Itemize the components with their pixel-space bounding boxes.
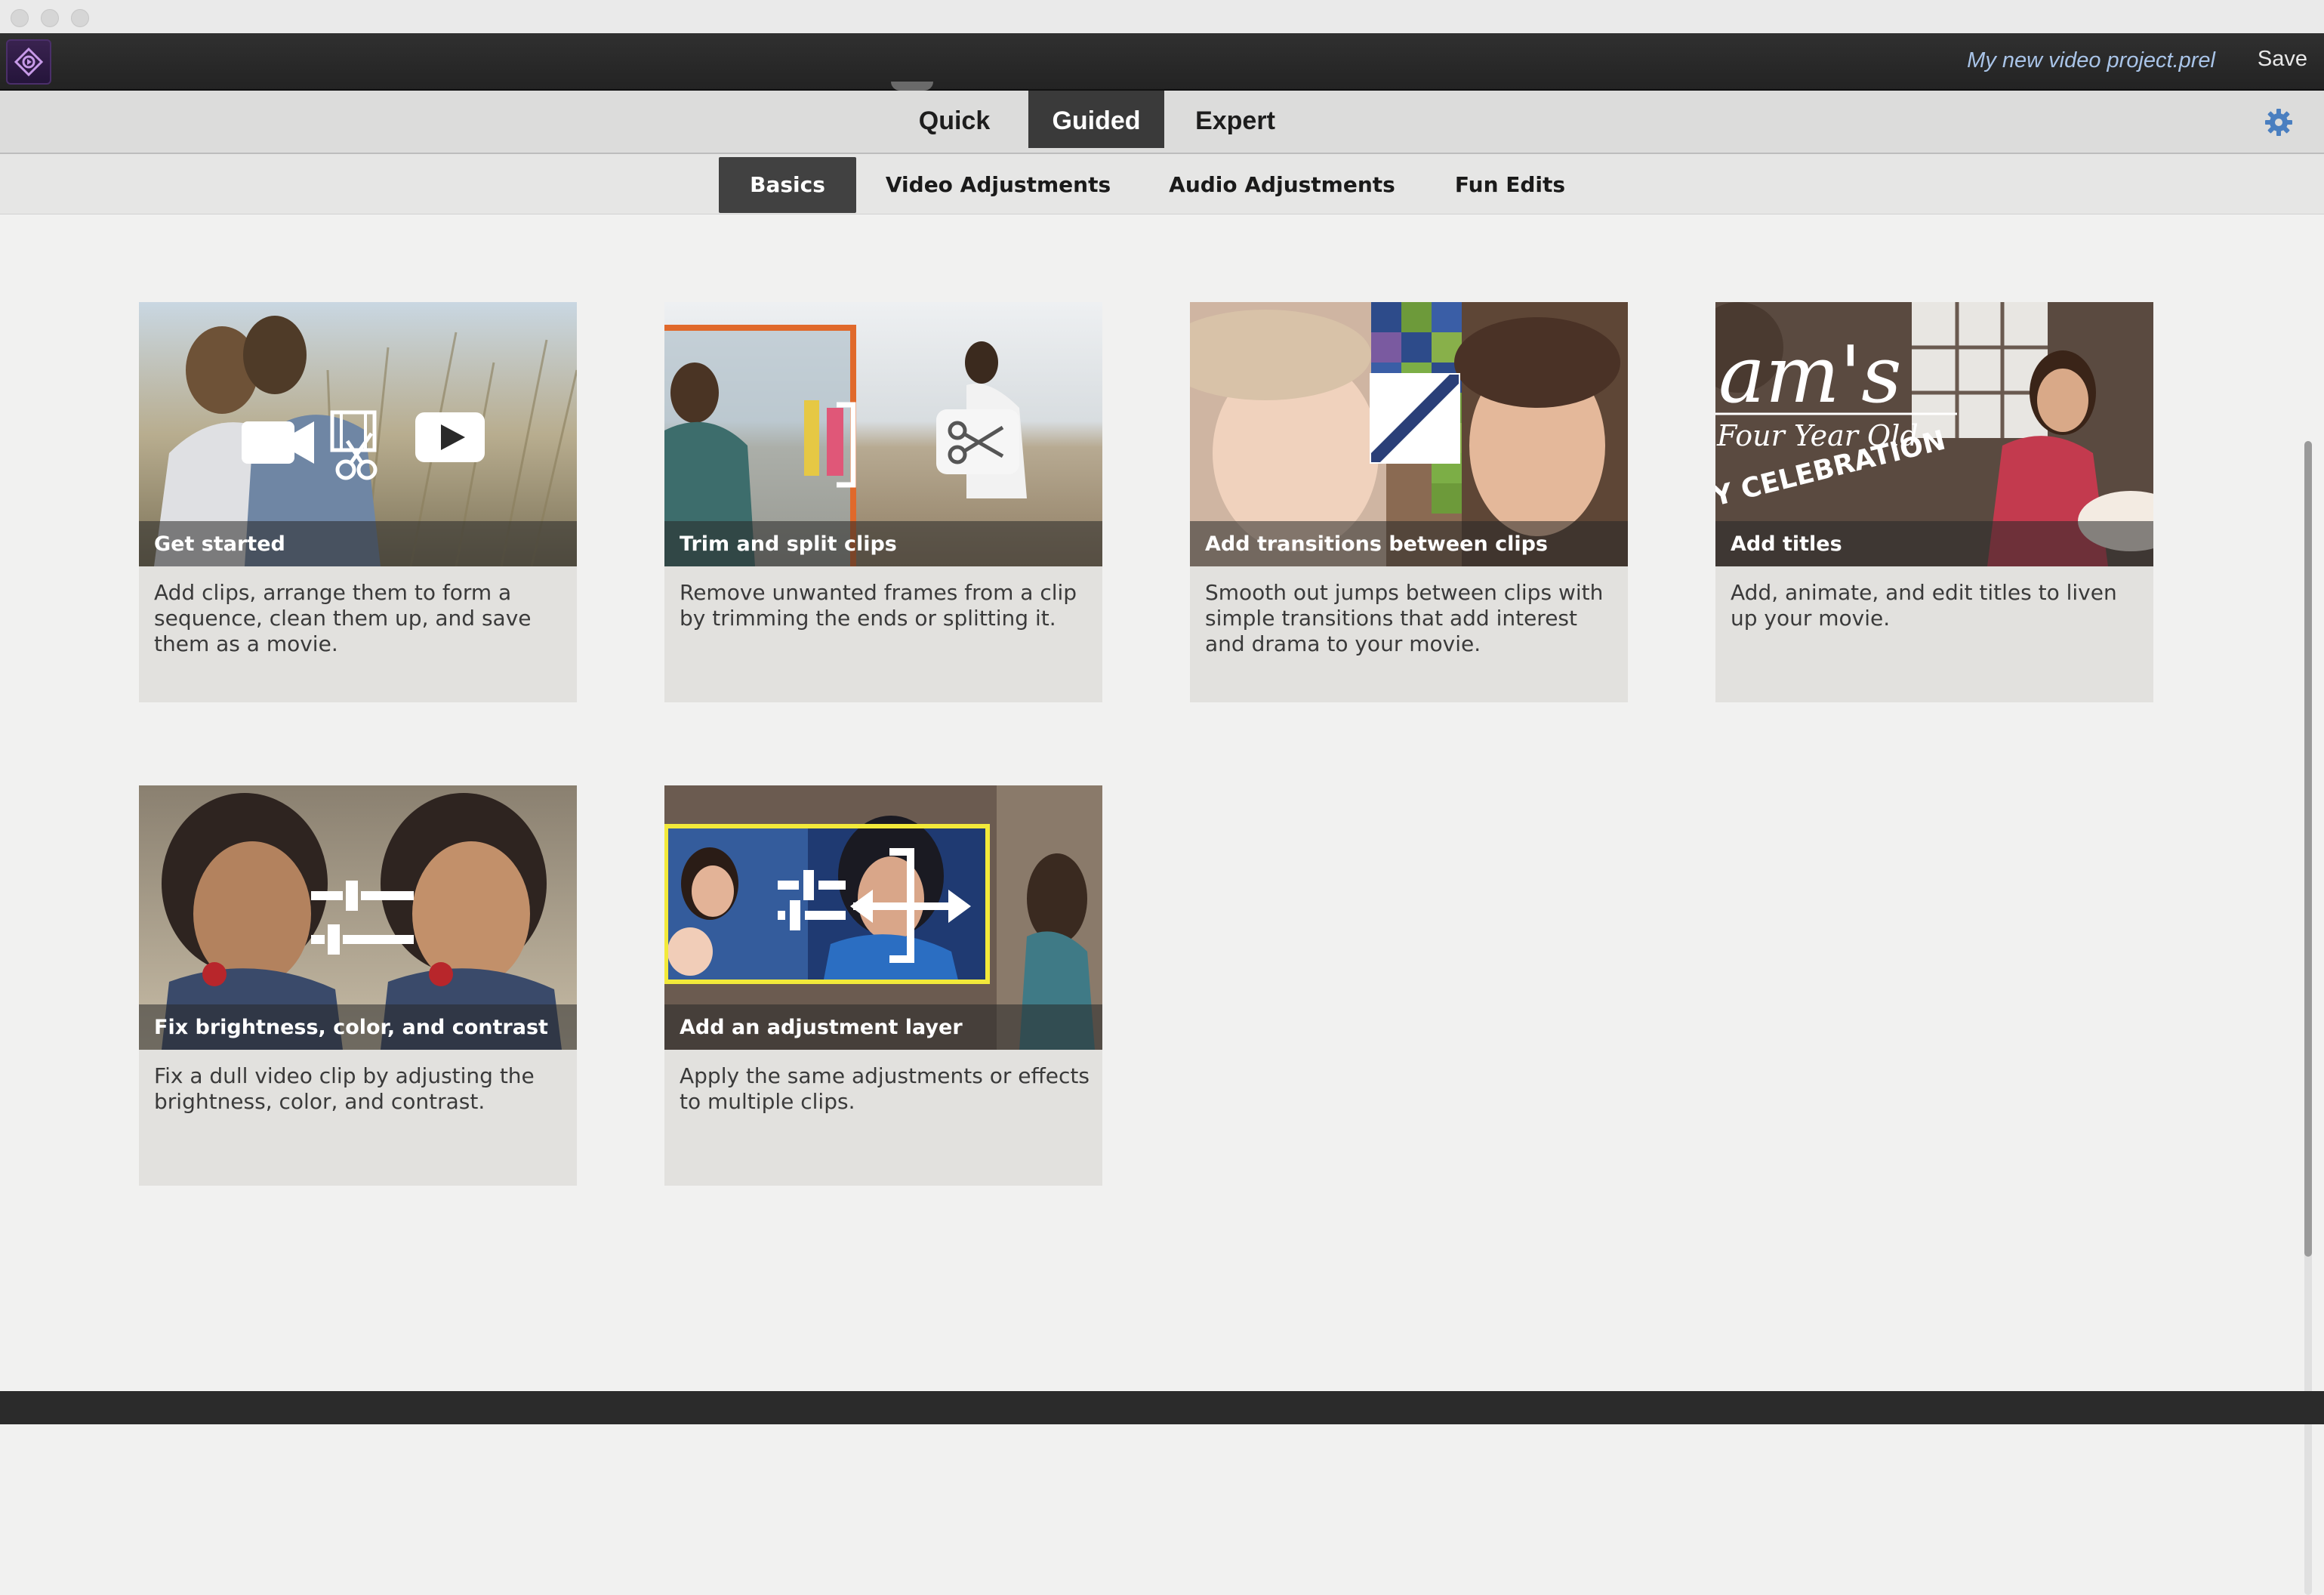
bottom-bar (0, 1391, 2324, 1424)
card-description: Fix a dull video clip by adjusting the b… (154, 1063, 535, 1114)
tab-audio-adjustments[interactable]: Audio Adjustments (1163, 157, 1401, 213)
adjustment-layer-icon (778, 848, 971, 963)
mode-tab-bar: Quick Guided Expert (0, 91, 2324, 154)
card-description: Add, animate, and edit titles to liven u… (1731, 580, 2117, 631)
transition-icon (1370, 373, 1460, 464)
card-fix-brightness[interactable]: Fix brightness, color, and contrast Fix … (139, 785, 577, 1186)
title-sample-text: am's (1718, 332, 1902, 421)
card-get-started[interactable]: Get started Add clips, arrange them to f… (139, 302, 577, 702)
tab-video-adjustments[interactable]: Video Adjustments (883, 157, 1113, 213)
app-logo-icon[interactable] (6, 39, 51, 85)
card-description: Add clips, arrange them to form a sequen… (154, 580, 532, 656)
card-thumbnail: Add transitions between clips (1190, 302, 1628, 566)
card-add-titles[interactable]: am's Four Year Old Y CELEBRATION Add tit… (1715, 302, 2153, 702)
window-title-bar (0, 0, 2324, 34)
card-thumbnail: Add an adjustment layer (664, 785, 1102, 1050)
card-description: Remove unwanted frames from a clip by tr… (680, 580, 1077, 631)
project-name: My new video project.prel (1967, 48, 2215, 72)
gear-icon[interactable] (2264, 107, 2294, 137)
card-thumbnail: Fix brightness, color, and contrast (139, 785, 577, 1050)
card-title: Add transitions between clips (1205, 532, 1548, 556)
card-thumbnail: am's Four Year Old Y CELEBRATION Add tit… (1715, 302, 2153, 566)
tab-fun-edits[interactable]: Fun Edits (1445, 157, 1575, 213)
scissors-icon (837, 402, 1019, 488)
card-title: Fix brightness, color, and contrast (154, 1016, 548, 1039)
card-adjustment-layer[interactable]: Add an adjustment layer Apply the same a… (664, 785, 1102, 1186)
card-title: Get started (154, 532, 285, 556)
card-trim-and-split[interactable]: Trim and split clips Remove unwanted fra… (664, 302, 1102, 702)
scrollbar-thumb[interactable] (2304, 441, 2312, 1257)
save-button[interactable]: Save (2258, 47, 2307, 72)
card-thumbnail: Trim and split clips (664, 302, 1102, 566)
category-tab-bar: Basics Video Adjustments Audio Adjustmen… (0, 154, 2324, 214)
close-window-button[interactable] (11, 9, 29, 27)
title-text-icon: am's Four Year Old Y CELEBRATION (1715, 332, 1957, 513)
tab-quick[interactable]: Quick (902, 91, 1007, 148)
card-description: Smooth out jumps between clips with simp… (1205, 580, 1604, 656)
camera-film-play-icon (242, 410, 485, 480)
tab-guided[interactable]: Guided (1028, 91, 1164, 148)
card-title: Trim and split clips (680, 532, 897, 556)
zoom-window-button[interactable] (71, 9, 89, 27)
panel-notch (891, 82, 933, 91)
card-thumbnail: Get started (139, 302, 577, 566)
card-description: Apply the same adjustments or effects to… (680, 1063, 1090, 1114)
tab-expert[interactable]: Expert (1182, 91, 1288, 148)
tab-basics[interactable]: Basics (719, 157, 856, 213)
card-add-transitions[interactable]: Add transitions between clips Smooth out… (1190, 302, 1628, 702)
app-header: My new video project.prel Save (0, 33, 2324, 91)
card-title: Add an adjustment layer (680, 1016, 963, 1039)
card-title: Add titles (1731, 532, 1842, 556)
sliders-icon (311, 881, 414, 955)
minimize-window-button[interactable] (41, 9, 59, 27)
guided-edits-panel: Get started Add clips, arrange them to f… (0, 214, 2324, 1595)
